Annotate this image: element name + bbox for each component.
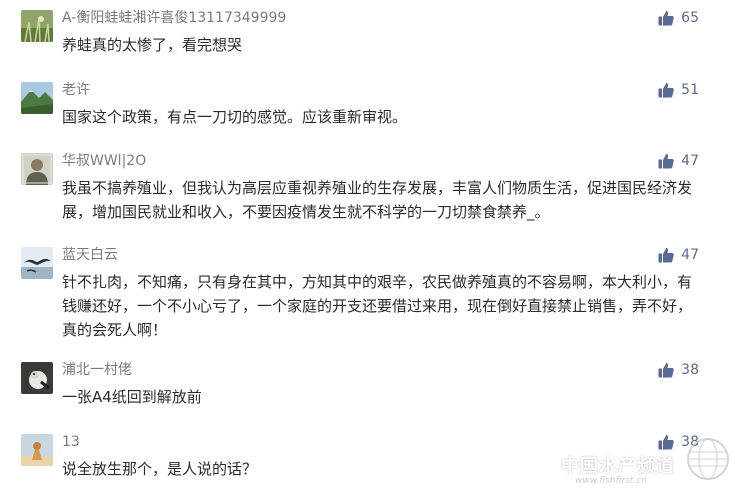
avatar[interactable] — [21, 82, 53, 114]
like-button[interactable]: 38 — [658, 361, 699, 379]
avatar[interactable] — [21, 247, 53, 279]
comment-text: 国家这个政策，有点一刀切的感觉。应该重新审视。 — [62, 108, 408, 126]
comment-text: 针不扎肉，不知痛，只有身在其中，方知其中的艰辛，农民做养殖真的不容易啊，本大利小… — [62, 273, 693, 339]
comment-author[interactable]: 13 — [62, 433, 80, 451]
comment-author[interactable]: A-衡阳蛙蛙湘许喜俊13117349999 — [62, 9, 286, 27]
comment-text: 养蛙真的太惨了，看完想哭 — [62, 36, 243, 54]
like-button[interactable]: 47 — [658, 152, 699, 170]
avatar[interactable] — [21, 153, 53, 185]
like-button[interactable]: 65 — [658, 9, 699, 27]
watermark: 中国水产频道 www.fishfirst.cn — [553, 438, 731, 490]
comment-text: 我虽不搞养殖业，但我认为高层应重视养殖业的生存发展，丰富人们物质生活，促进国民经… — [62, 179, 693, 221]
like-count: 51 — [681, 82, 699, 98]
comment-author[interactable]: 浦北一村佬 — [62, 361, 132, 379]
globe-icon — [687, 438, 729, 480]
comment-text: 一张A4纸回到解放前 — [62, 388, 202, 406]
like-button[interactable]: 47 — [658, 246, 699, 264]
watermark-title: 中国水产频道 — [561, 456, 675, 477]
thumbs-up-icon — [658, 435, 674, 450]
comment-author[interactable]: 老许 — [62, 81, 90, 99]
like-count: 65 — [681, 10, 699, 26]
like-count: 47 — [681, 153, 699, 169]
like-count: 38 — [681, 362, 699, 378]
thumbs-up-icon — [658, 363, 674, 378]
thumbs-up-icon — [658, 248, 674, 263]
thumbs-up-icon — [658, 83, 674, 98]
avatar[interactable] — [21, 362, 53, 394]
watermark-url: www.fishfirst.cn — [575, 476, 647, 486]
like-button[interactable]: 51 — [658, 81, 699, 99]
avatar[interactable] — [21, 10, 53, 42]
comment-author[interactable]: 华叔WWl|2O — [62, 152, 146, 170]
thumbs-up-icon — [658, 154, 674, 169]
comment-author[interactable]: 蓝天白云 — [62, 246, 118, 264]
like-count: 47 — [681, 247, 699, 263]
avatar[interactable] — [21, 434, 53, 466]
thumbs-up-icon — [658, 11, 674, 26]
